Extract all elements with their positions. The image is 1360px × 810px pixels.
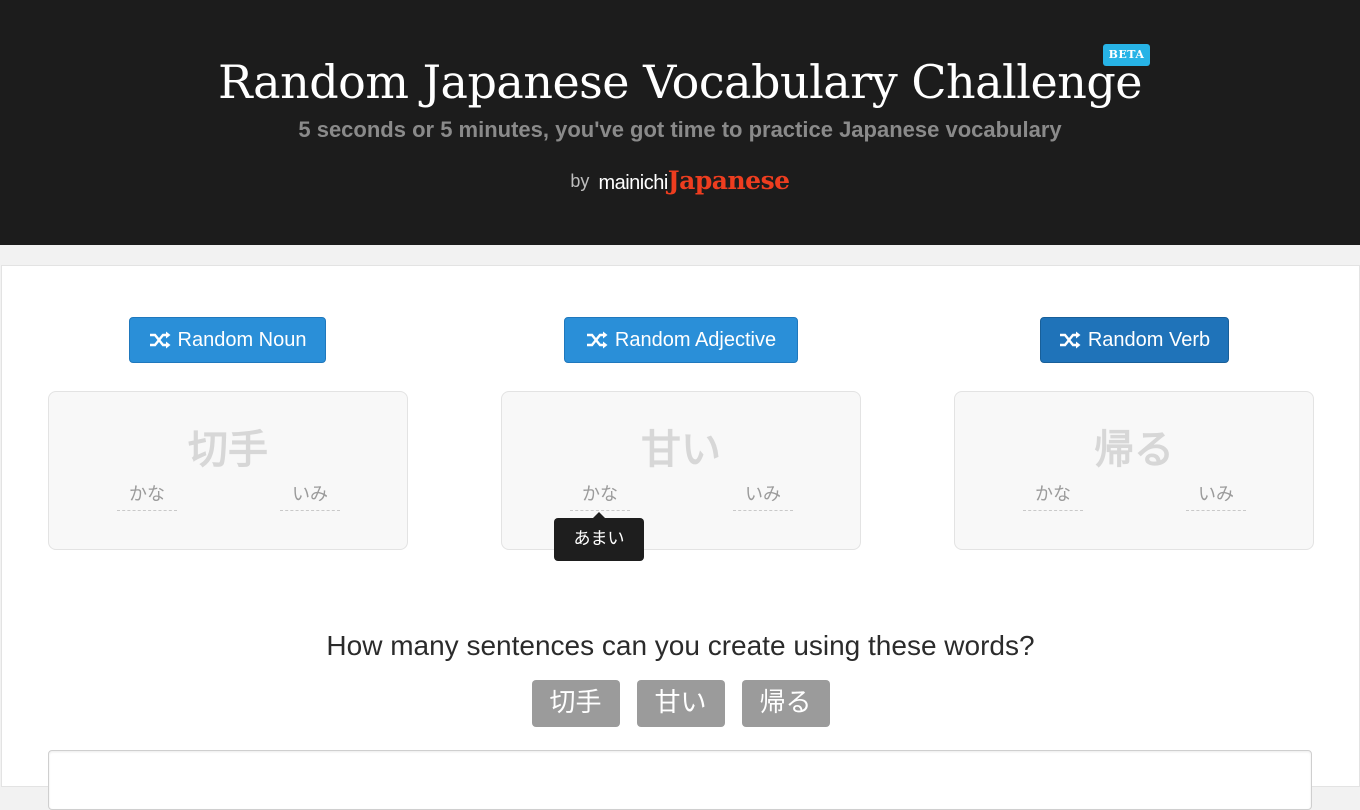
- random-adjective-label: Random Adjective: [614, 328, 777, 351]
- random-verb-label: Random Verb: [1087, 328, 1211, 351]
- adjective-meaning-reveal[interactable]: いみ: [733, 482, 793, 511]
- adjective-word: 甘い: [641, 427, 721, 473]
- challenge-question: How many sentences can you create using …: [326, 630, 1035, 661]
- verb-kana-reveal[interactable]: かな: [1023, 482, 1083, 511]
- brand-name-mainichi: mainichi: [598, 171, 668, 194]
- word-chips: 切手 甘い 帰る: [2, 680, 1359, 727]
- main-panel: Random Noun 切手 かな いみ Random Adjective 甘い…: [1, 265, 1360, 810]
- noun-word-card: 切手 かな いみ: [48, 391, 408, 550]
- noun-word: 切手: [188, 427, 268, 473]
- page-title: Random Japanese Vocabulary Challenge: [217, 55, 1143, 109]
- verb-word-card: 帰る かな いみ: [954, 391, 1314, 550]
- verb-meaning-reveal[interactable]: いみ: [1186, 482, 1246, 511]
- shuffle-icon: [149, 331, 171, 349]
- word-chip: 甘い: [636, 680, 725, 727]
- beta-badge: BETA: [1103, 44, 1150, 66]
- shuffle-icon: [586, 331, 608, 349]
- by-label: by: [570, 171, 590, 191]
- random-noun-label: Random Noun: [177, 328, 307, 351]
- word-chip: 帰る: [741, 680, 830, 727]
- random-verb-button[interactable]: Random Verb: [1040, 317, 1229, 363]
- page-subtitle: 5 seconds or 5 minutes, you've got time …: [298, 117, 1062, 142]
- random-noun-button[interactable]: Random Noun: [129, 317, 326, 363]
- byline: by mainichi Japanese: [0, 163, 1360, 197]
- random-adjective-button[interactable]: Random Adjective: [564, 317, 798, 363]
- word-chip: 切手: [531, 680, 620, 727]
- verb-word: 帰る: [1094, 427, 1174, 473]
- adjective-kana-reveal[interactable]: かな: [570, 482, 630, 511]
- noun-kana-reveal[interactable]: かな: [117, 482, 177, 511]
- brand-name-japanese: Japanese: [667, 165, 790, 195]
- brand-logo-link[interactable]: mainichi Japanese: [598, 165, 790, 195]
- shuffle-icon: [1059, 331, 1081, 349]
- kana-tooltip: あまい: [554, 512, 644, 561]
- noun-meaning-reveal[interactable]: いみ: [280, 482, 340, 511]
- sentence-input[interactable]: [48, 750, 1312, 810]
- hero-header: Random Japanese Vocabulary Challenge BET…: [0, 0, 1360, 245]
